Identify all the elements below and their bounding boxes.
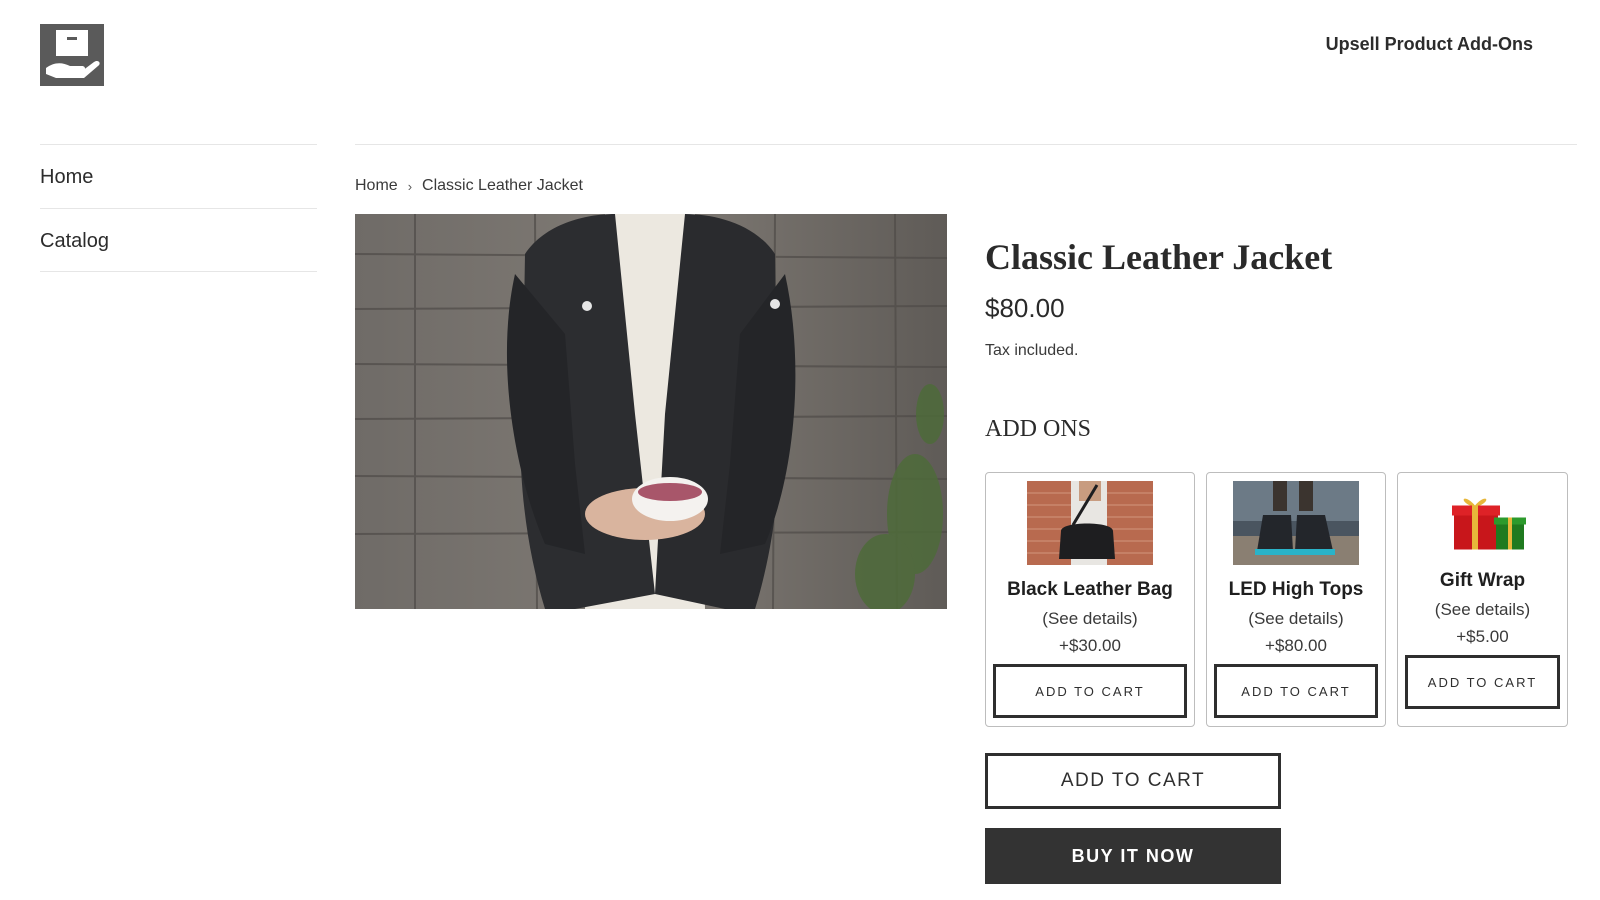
sidebar-item-catalog[interactable]: Catalog [40, 208, 317, 272]
gift-box-icon [1451, 498, 1526, 550]
addon-name: Gift Wrap [1439, 570, 1526, 591]
addon-add-to-cart-button[interactable]: ADD TO CART [993, 664, 1187, 718]
addon-name: Black Leather Bag [1007, 579, 1173, 600]
addon-add-to-cart-button[interactable]: ADD TO CART [1405, 655, 1560, 709]
addon-name: LED High Tops [1228, 579, 1364, 600]
sidebar-nav: Home Catalog [40, 144, 317, 272]
addons-heading: ADD ONS [985, 416, 1092, 442]
breadcrumb: Home › Classic Leather Jacket [355, 177, 583, 195]
box-in-hand-icon [40, 24, 104, 86]
addon-details-link[interactable]: (See details) [1207, 609, 1385, 629]
addon-image-gift-wrap[interactable] [1420, 481, 1546, 556]
addon-details-link[interactable]: (See details) [986, 609, 1194, 629]
addon-add-to-cart-button[interactable]: ADD TO CART [1214, 664, 1378, 718]
sidebar-item-home[interactable]: Home [40, 144, 317, 208]
buy-it-now-button[interactable]: BUY IT NOW [985, 828, 1281, 884]
store-name[interactable]: Upsell Product Add-Ons [1326, 34, 1533, 55]
main-divider [355, 144, 1577, 145]
leather-jacket-photo [355, 214, 947, 609]
product-image[interactable] [355, 214, 947, 609]
breadcrumb-separator: › [407, 178, 413, 194]
leather-bag-photo [1027, 481, 1153, 565]
addon-card-bag: Black Leather Bag (See details) +$30.00 … [985, 472, 1195, 727]
addon-image-high-tops[interactable] [1233, 481, 1359, 565]
addon-image-bag[interactable] [1027, 481, 1153, 565]
add-to-cart-button[interactable]: ADD TO CART [985, 753, 1281, 809]
addon-price: +$30.00 [1059, 636, 1121, 655]
addon-price: +$80.00 [1265, 636, 1327, 655]
addon-card-high-tops: LED High Tops (See details) +$80.00 ADD … [1206, 472, 1386, 727]
addon-card-gift-wrap: Gift Wrap (See details) +$5.00 ADD TO CA… [1397, 472, 1568, 727]
addon-details-link[interactable]: (See details) [1398, 600, 1567, 620]
addon-price: +$5.00 [1456, 627, 1509, 646]
high-tops-photo [1233, 481, 1359, 565]
tax-note: Tax included. [985, 342, 1079, 359]
store-logo[interactable] [40, 24, 104, 86]
product-title: Classic Leather Jacket [985, 237, 1333, 277]
product-price: $80.00 [985, 293, 1065, 323]
breadcrumb-home-link[interactable]: Home [355, 177, 398, 195]
breadcrumb-current: Classic Leather Jacket [422, 177, 583, 194]
